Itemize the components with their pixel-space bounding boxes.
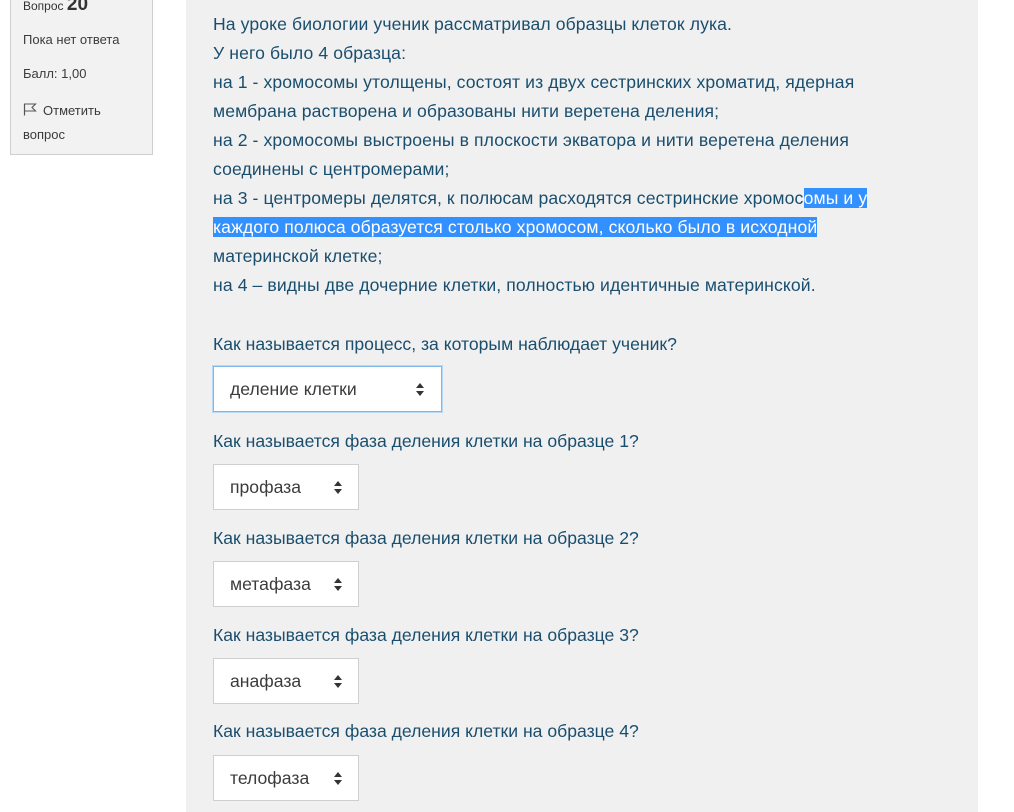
- question-text: На уроке биологии ученик рассматривал об…: [213, 10, 973, 300]
- question-text-line: на 2 - хромосомы выстроены в плоскости э…: [213, 130, 849, 150]
- phase-2-select[interactable]: метафаза: [213, 561, 359, 607]
- question-text-line: каждого полюса образуется столько хромос…: [213, 213, 973, 242]
- process-select[interactable]: деление клетки: [213, 366, 442, 412]
- question-text-line: материнской клетке;: [213, 246, 383, 266]
- question-info-panel: Вопрос 20 Пока нет ответа Балл: 1,00 Отм…: [10, 0, 153, 155]
- subquestion-3-label: Как называется фаза деления клетки на об…: [213, 528, 639, 548]
- quiz-page: Вопрос 20 Пока нет ответа Балл: 1,00 Отм…: [0, 0, 1014, 812]
- select-arrows-icon: [334, 675, 342, 688]
- question-text-line: соединены с центромерами;: [213, 159, 450, 179]
- phase-4-select[interactable]: телофаза: [213, 755, 359, 801]
- text-selection: каждого полюса образуется столько хромос…: [213, 217, 818, 237]
- select-arrows-icon: [334, 772, 342, 785]
- subquestion-1-label: Как называется процесс, за которым наблю…: [213, 334, 677, 354]
- question-label: Вопрос: [23, 0, 64, 13]
- question-content: На уроке биологии ученик рассматривал об…: [186, 0, 978, 812]
- phase-1-select[interactable]: профаза: [213, 464, 359, 510]
- select-arrows-icon: [334, 578, 342, 591]
- question-number: Вопрос 20: [23, 0, 142, 15]
- question-text-line: мембрана растворена и образованы нити ве…: [213, 101, 720, 121]
- flag-question-link[interactable]: Отметить вопрос: [23, 99, 142, 147]
- phase-1-select-value: профаза: [230, 477, 302, 497]
- flag-icon: [23, 103, 37, 116]
- subquestion-4-label: Как называется фаза деления клетки на об…: [213, 625, 639, 645]
- question-grade: Балл: 1,00: [23, 66, 87, 81]
- question-text-segment: на 3 - центромеры делятся, к полюсам рас…: [213, 188, 804, 208]
- phase-3-select-value: анафаза: [230, 671, 302, 691]
- phase-2-select-value: метафаза: [230, 574, 311, 594]
- question-text-line: на 4 – видны две дочерние клетки, полнос…: [213, 275, 816, 295]
- text-selection: омы и у: [803, 188, 868, 208]
- question-text-line: на 1 - хромосомы утолщены, состоят из дв…: [213, 72, 855, 92]
- select-arrows-icon: [334, 481, 342, 494]
- question-text-line: У него было 4 образца:: [213, 43, 407, 63]
- question-number-value: 20: [66, 0, 89, 15]
- phase-4-select-value: телофаза: [230, 768, 310, 788]
- phase-3-select[interactable]: анафаза: [213, 658, 359, 704]
- select-arrows-icon: [416, 383, 424, 396]
- subquestion-2-label: Как называется фаза деления клетки на об…: [213, 431, 639, 451]
- process-select-value: деление клетки: [230, 379, 357, 399]
- question-text-line: на 3 - центромеры делятся, к полюсам рас…: [213, 184, 973, 213]
- question-text-line: На уроке биологии ученик рассматривал об…: [213, 14, 733, 34]
- subquestion-5-label: Как называется фаза деления клетки на об…: [213, 721, 639, 741]
- question-state: Пока нет ответа: [23, 32, 120, 47]
